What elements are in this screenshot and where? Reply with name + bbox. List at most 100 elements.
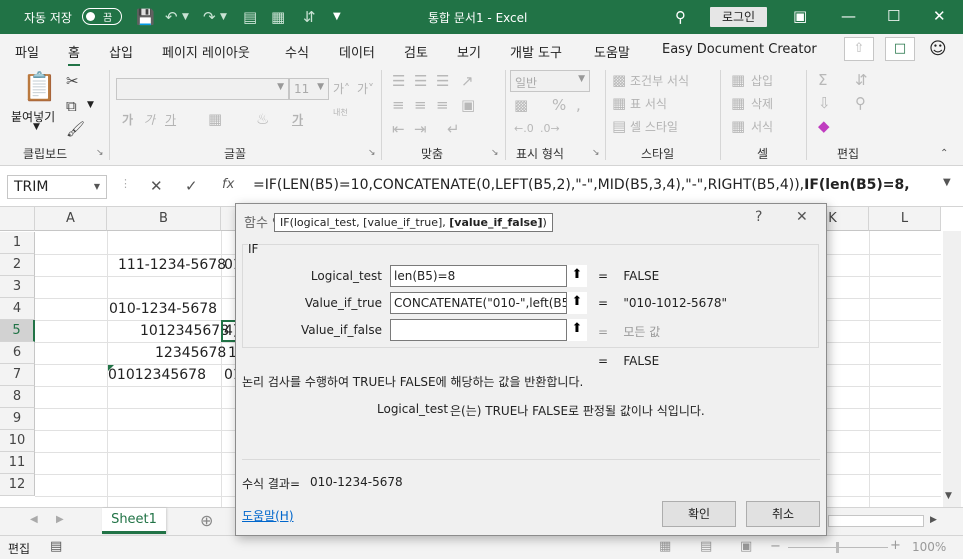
cell-styles-label[interactable]: 셀 스타일 (630, 118, 678, 135)
format-as-table-label[interactable]: 표 서식 (630, 95, 667, 112)
conditional-format-label[interactable]: 조건부 서식 (630, 72, 689, 89)
horizontal-scrollbar[interactable] (828, 515, 924, 527)
formula-input[interactable]: =IF(LEN(B5)=10,CONCATENATE(0,LEFT(B5,2),… (253, 177, 910, 193)
new-sheet-icon[interactable]: ⊕ (200, 511, 213, 530)
increase-font-icon[interactable]: 가˄ (333, 80, 350, 97)
row-header[interactable]: 10 (0, 430, 35, 452)
row-header[interactable]: 8 (0, 386, 35, 408)
collapse-dialog-button[interactable]: ⬆ (566, 319, 587, 341)
save-icon[interactable]: 💾 (136, 8, 155, 26)
share-button[interactable]: ⇧ (844, 37, 874, 61)
align-right-icon[interactable]: ≡ (436, 96, 449, 114)
cell-b5[interactable]: 1012345678 (140, 320, 229, 342)
cell-b2[interactable]: 111-1234-5678 (118, 254, 226, 276)
decrease-indent-icon[interactable]: ⇤ (392, 120, 405, 138)
paste-dropdown-icon[interactable]: ▼ (33, 122, 40, 132)
cell-styles-icon[interactable]: ▤ (612, 117, 626, 135)
print-preview-icon[interactable]: ▤ (243, 8, 257, 26)
copy-dropdown-icon[interactable]: ▼ (87, 100, 94, 110)
percent-icon[interactable]: % (552, 96, 566, 114)
select-all-corner[interactable] (0, 207, 35, 231)
italic-icon[interactable]: 가 (144, 111, 155, 128)
value-if-true-input[interactable]: CONCATENATE("010-",left(B5,4),"-",right(… (390, 292, 587, 314)
delete-cells-label[interactable]: 삭제 (751, 95, 773, 112)
tab-easy-document-creator[interactable]: Easy Document Creator (662, 42, 817, 57)
cut-icon[interactable]: ✂ (66, 72, 79, 90)
search-icon[interactable]: ⚲ (675, 8, 686, 26)
autosum-icon[interactable]: Σ (818, 71, 827, 89)
row-header[interactable]: 3 (0, 276, 35, 298)
undo-dropdown-icon[interactable]: ▼ (182, 8, 189, 26)
insert-function-icon[interactable]: fx (222, 177, 234, 192)
align-center-icon[interactable]: ≡ (414, 96, 427, 114)
increase-decimal-icon[interactable]: ←.0 (514, 120, 534, 138)
tab-data[interactable]: 데이터 (339, 42, 375, 61)
alignment-launcher-icon[interactable]: ↘ (491, 148, 499, 158)
tab-view[interactable]: 보기 (457, 42, 481, 61)
bold-icon[interactable]: 가 (122, 111, 133, 128)
font-size-combo[interactable]: 11 ▼ (289, 78, 329, 100)
font-name-combo[interactable]: ▼ (116, 78, 289, 100)
logical-test-input[interactable]: len(B5)=8 (390, 265, 587, 287)
underline-icon[interactable]: 가 (165, 111, 176, 128)
help-link[interactable]: 도움말(H) (242, 507, 294, 524)
align-middle-icon[interactable]: ☰ (414, 72, 427, 90)
fill-icon[interactable]: ⇩ (818, 94, 831, 112)
decrease-decimal-icon[interactable]: .0→ (540, 120, 560, 138)
wrap-text-icon[interactable]: ↵ (447, 120, 460, 138)
dialog-close-icon[interactable]: ✕ (796, 209, 808, 225)
insert-cells-label[interactable]: 삽입 (751, 72, 773, 89)
align-bottom-icon[interactable]: ☰ (436, 72, 449, 90)
orientation-icon[interactable]: ↗ (461, 72, 474, 90)
zoom-in-icon[interactable]: + (890, 538, 901, 553)
close-icon[interactable]: ✕ (933, 6, 946, 26)
redo-icon[interactable]: ↷ (203, 8, 216, 26)
zoom-out-icon[interactable]: − (770, 539, 781, 554)
autosave-toggle[interactable]: 끔 (82, 8, 122, 25)
sheet-tab-sheet1[interactable]: Sheet1 (102, 508, 166, 534)
accounting-format-icon[interactable]: ▩ (514, 96, 528, 114)
column-header[interactable]: A (35, 207, 107, 231)
row-header[interactable]: 2 (0, 254, 35, 276)
sort-filter-icon[interactable]: ⇵ (855, 71, 868, 89)
sort-icon[interactable]: ⇵ (303, 8, 316, 26)
prev-sheet-icon[interactable]: ◀ (30, 514, 38, 525)
page-layout-view-icon[interactable]: ▤ (700, 539, 712, 554)
undo-icon[interactable]: ↶ (165, 8, 178, 26)
tab-developer[interactable]: 개발 도구 (510, 42, 562, 61)
format-as-table-icon[interactable]: ▦ (612, 94, 626, 112)
vertical-scrollbar[interactable] (943, 231, 961, 507)
copy-icon[interactable]: ⧉ (66, 97, 77, 115)
font-launcher-icon[interactable]: ↘ (368, 148, 376, 158)
row-header[interactable]: 4 (0, 298, 35, 320)
comma-style-icon[interactable]: , (576, 96, 581, 114)
row-header-selected[interactable]: 5 (0, 320, 35, 342)
increase-indent-icon[interactable]: ⇥ (414, 120, 427, 138)
tab-insert[interactable]: 삽입 (109, 42, 133, 61)
find-select-icon[interactable]: ⚲ (855, 94, 866, 112)
row-header[interactable]: 6 (0, 342, 35, 364)
tab-home[interactable]: 홈 (68, 42, 80, 67)
scroll-down-icon[interactable]: ▼ (945, 491, 952, 501)
row-header[interactable]: 7 (0, 364, 35, 386)
collapse-ribbon-icon[interactable]: ⌃ (940, 148, 948, 159)
cell-b4[interactable]: 010-1234-5678 (109, 298, 217, 320)
clear-icon[interactable]: ◆ (818, 117, 830, 135)
row-header[interactable]: 12 (0, 474, 35, 496)
column-header[interactable]: B (107, 207, 221, 231)
row-header[interactable]: 11 (0, 452, 35, 474)
row-header[interactable]: 9 (0, 408, 35, 430)
insert-cells-icon[interactable]: ▦ (731, 71, 745, 89)
maximize-icon[interactable]: ☐ (887, 6, 900, 26)
format-cells-label[interactable]: 서식 (751, 118, 773, 135)
format-cells-icon[interactable]: ▦ (731, 117, 745, 135)
clipboard-launcher-icon[interactable]: ↘ (96, 148, 104, 158)
align-top-icon[interactable]: ☰ (392, 72, 405, 90)
customize-qat-icon[interactable]: ▼ (333, 8, 341, 26)
tab-file[interactable]: 파일 (15, 42, 39, 61)
merge-center-icon[interactable]: ▣ (461, 96, 475, 114)
name-box[interactable]: TRIM ▼ (7, 175, 107, 199)
value-if-false-input[interactable] (390, 319, 587, 341)
ok-button[interactable]: 확인 (662, 501, 736, 527)
cancel-entry-icon[interactable]: ✕ (150, 177, 163, 195)
